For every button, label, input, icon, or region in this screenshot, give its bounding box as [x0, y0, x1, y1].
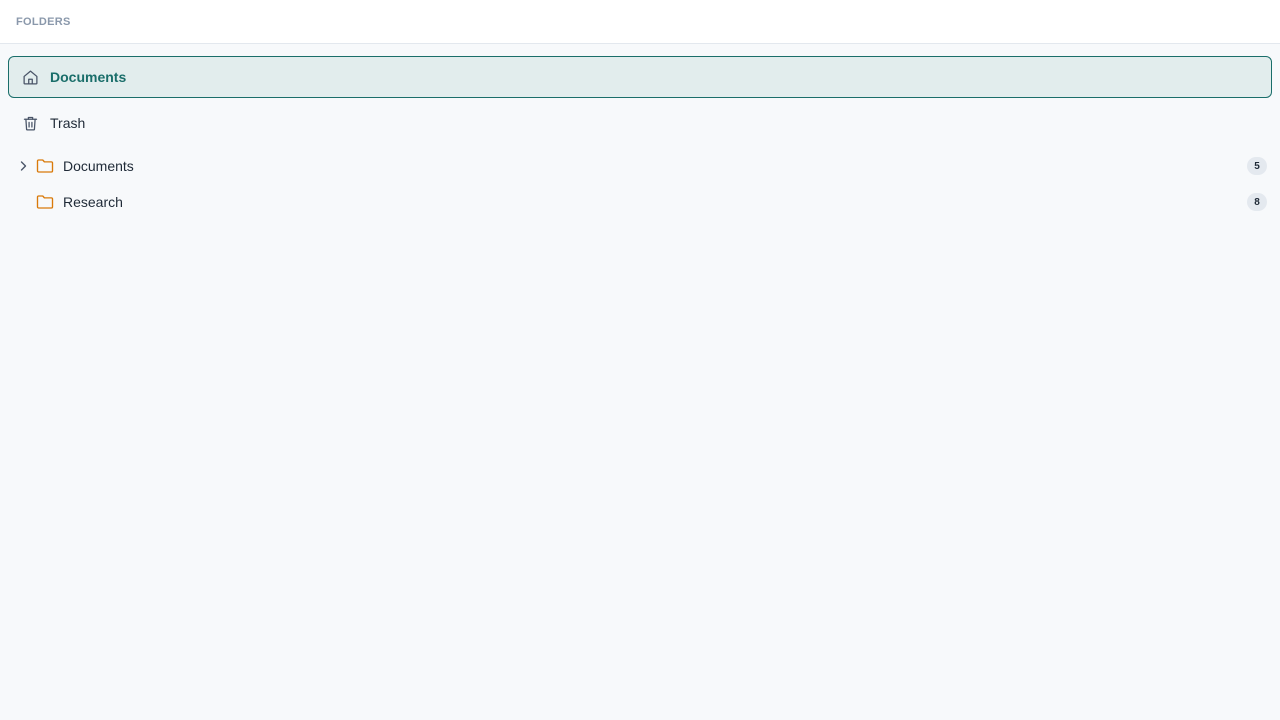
folders-title: FOLDERS [16, 15, 71, 28]
folder-row-research[interactable]: Research 8 [8, 184, 1272, 220]
home-icon [21, 68, 39, 86]
trash-icon [21, 114, 39, 132]
folder-icon [36, 157, 54, 175]
folders-panel: FOLDERS Documents Trash Documents 5 Rese… [0, 0, 1280, 720]
folder-tree: Documents 5 Research 8 [0, 144, 1280, 220]
folder-label: Research [63, 194, 123, 210]
nav-item-trash[interactable]: Trash [8, 102, 1272, 144]
count-badge: 8 [1247, 193, 1267, 211]
chevron-right-icon[interactable] [16, 159, 30, 173]
nav-item-label: Documents [50, 69, 127, 85]
folder-label: Documents [63, 158, 134, 174]
folder-icon [36, 193, 54, 211]
nav-item-label: Trash [50, 115, 86, 131]
nav-list: Documents Trash [0, 44, 1280, 144]
folders-header: FOLDERS [0, 0, 1280, 44]
folder-row-documents[interactable]: Documents 5 [8, 148, 1272, 184]
nav-item-documents[interactable]: Documents [8, 56, 1272, 98]
count-badge: 5 [1247, 157, 1267, 175]
